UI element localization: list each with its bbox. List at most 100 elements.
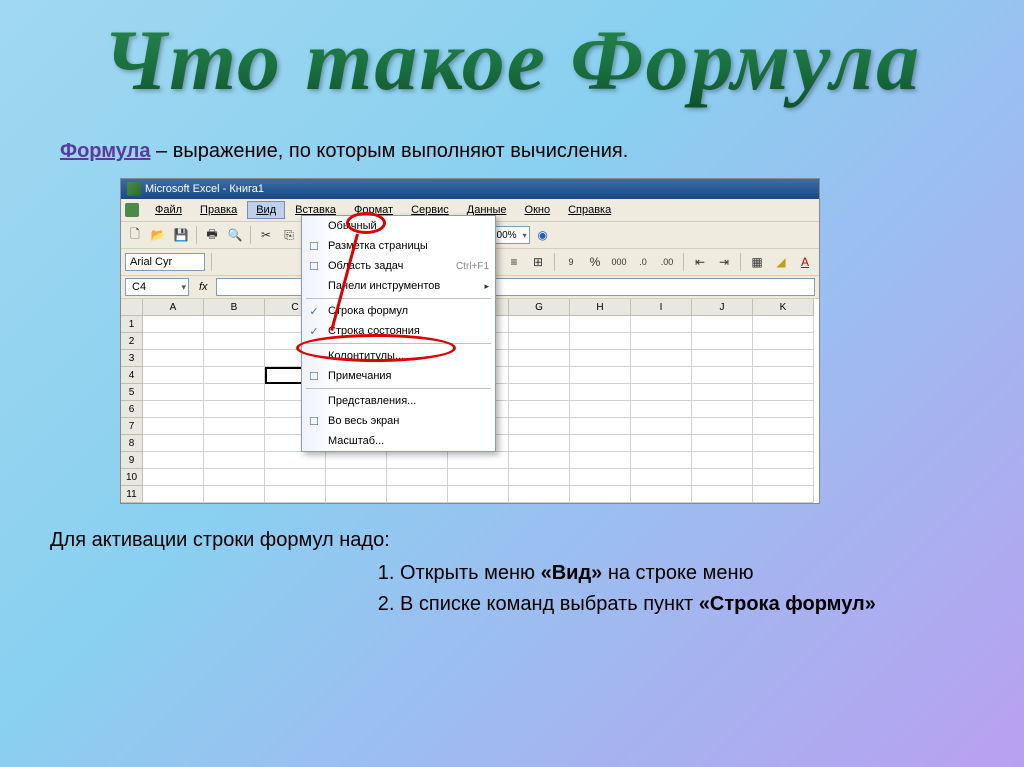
cell-K2[interactable] — [753, 333, 814, 350]
cell-J7[interactable] — [692, 418, 753, 435]
cell-D9[interactable] — [326, 452, 387, 469]
cell-B9[interactable] — [204, 452, 265, 469]
cell-A10[interactable] — [143, 469, 204, 486]
new-icon[interactable]: 🗋 — [125, 225, 145, 245]
percent-icon[interactable]: % — [585, 252, 605, 272]
menu-item-строка-состояния[interactable]: ✓Строка состояния — [302, 321, 495, 341]
cell-K4[interactable] — [753, 367, 814, 384]
comma-icon[interactable]: 000 — [609, 252, 629, 272]
select-all-corner[interactable] — [121, 299, 143, 316]
row-header-5[interactable]: 5 — [121, 384, 143, 401]
cell-J9[interactable] — [692, 452, 753, 469]
cell-F9[interactable] — [448, 452, 509, 469]
cell-B4[interactable] — [204, 367, 265, 384]
cell-K8[interactable] — [753, 435, 814, 452]
indent-inc-icon[interactable]: ⇥ — [714, 252, 734, 272]
menu-help[interactable]: Справка — [560, 202, 619, 218]
fill-color-icon[interactable]: ◢ — [771, 252, 791, 272]
row-header-9[interactable]: 9 — [121, 452, 143, 469]
row-header-4[interactable]: 4 — [121, 367, 143, 384]
decimal-dec-icon[interactable]: .00 — [657, 252, 677, 272]
menu-item-колонтитулы-[interactable]: Колонтитулы... — [302, 346, 495, 366]
cell-G6[interactable] — [509, 401, 570, 418]
cell-K11[interactable] — [753, 486, 814, 503]
column-header-A[interactable]: A — [143, 299, 204, 316]
menu-item-область-задач[interactable]: ☐Область задачCtrl+F1 — [302, 256, 495, 276]
cell-H7[interactable] — [570, 418, 631, 435]
cell-H1[interactable] — [570, 316, 631, 333]
cell-K1[interactable] — [753, 316, 814, 333]
cell-G10[interactable] — [509, 469, 570, 486]
menu-item-примечания[interactable]: ☐Примечания — [302, 366, 495, 386]
align-right-icon[interactable]: ≡ — [504, 252, 524, 272]
cell-I3[interactable] — [631, 350, 692, 367]
currency-icon[interactable]: 9 — [561, 252, 581, 272]
cell-H11[interactable] — [570, 486, 631, 503]
menu-edit[interactable]: Правка — [192, 202, 245, 218]
cell-G9[interactable] — [509, 452, 570, 469]
cell-A3[interactable] — [143, 350, 204, 367]
merge-icon[interactable]: ⊞ — [528, 252, 548, 272]
cell-K5[interactable] — [753, 384, 814, 401]
row-header-7[interactable]: 7 — [121, 418, 143, 435]
cell-D10[interactable] — [326, 469, 387, 486]
cell-F10[interactable] — [448, 469, 509, 486]
menu-item-панели-инструментов[interactable]: Панели инструментов▸ — [302, 276, 495, 296]
cell-J10[interactable] — [692, 469, 753, 486]
cell-B6[interactable] — [204, 401, 265, 418]
cell-G11[interactable] — [509, 486, 570, 503]
menu-window[interactable]: Окно — [517, 202, 559, 218]
cell-H6[interactable] — [570, 401, 631, 418]
cell-E9[interactable] — [387, 452, 448, 469]
cell-H5[interactable] — [570, 384, 631, 401]
cell-I11[interactable] — [631, 486, 692, 503]
cell-I4[interactable] — [631, 367, 692, 384]
cell-J4[interactable] — [692, 367, 753, 384]
cell-I10[interactable] — [631, 469, 692, 486]
cell-B10[interactable] — [204, 469, 265, 486]
cell-B1[interactable] — [204, 316, 265, 333]
font-color-icon[interactable]: A — [795, 252, 815, 272]
cell-H4[interactable] — [570, 367, 631, 384]
column-header-I[interactable]: I — [631, 299, 692, 316]
cell-I2[interactable] — [631, 333, 692, 350]
cell-B3[interactable] — [204, 350, 265, 367]
cell-B7[interactable] — [204, 418, 265, 435]
menu-item-во-весь-экран[interactable]: ☐Во весь экран — [302, 411, 495, 431]
column-header-J[interactable]: J — [692, 299, 753, 316]
cell-G4[interactable] — [509, 367, 570, 384]
cell-A5[interactable] — [143, 384, 204, 401]
save-icon[interactable]: 💾 — [171, 225, 191, 245]
indent-dec-icon[interactable]: ⇤ — [690, 252, 710, 272]
cell-A9[interactable] — [143, 452, 204, 469]
row-header-6[interactable]: 6 — [121, 401, 143, 418]
preview-icon[interactable]: 🔍 — [225, 225, 245, 245]
cell-G3[interactable] — [509, 350, 570, 367]
fx-button[interactable]: fx — [195, 281, 212, 293]
cell-K3[interactable] — [753, 350, 814, 367]
cell-G7[interactable] — [509, 418, 570, 435]
copy-icon[interactable]: ⎘ — [279, 225, 299, 245]
print-icon[interactable]: 🖶 — [202, 225, 222, 245]
cell-C11[interactable] — [265, 486, 326, 503]
cell-A1[interactable] — [143, 316, 204, 333]
cell-I8[interactable] — [631, 435, 692, 452]
cell-A6[interactable] — [143, 401, 204, 418]
row-header-10[interactable]: 10 — [121, 469, 143, 486]
cell-B2[interactable] — [204, 333, 265, 350]
cell-G1[interactable] — [509, 316, 570, 333]
cell-J2[interactable] — [692, 333, 753, 350]
column-header-K[interactable]: K — [753, 299, 814, 316]
menu-item-разметка-страницы[interactable]: ☐Разметка страницы — [302, 236, 495, 256]
cell-K9[interactable] — [753, 452, 814, 469]
menu-view[interactable]: Вид — [247, 201, 285, 219]
row-header-3[interactable]: 3 — [121, 350, 143, 367]
cell-K10[interactable] — [753, 469, 814, 486]
column-header-B[interactable]: B — [204, 299, 265, 316]
help-icon[interactable]: ◉ — [533, 225, 553, 245]
cell-C10[interactable] — [265, 469, 326, 486]
cell-B8[interactable] — [204, 435, 265, 452]
cell-I1[interactable] — [631, 316, 692, 333]
cell-A4[interactable] — [143, 367, 204, 384]
row-header-8[interactable]: 8 — [121, 435, 143, 452]
